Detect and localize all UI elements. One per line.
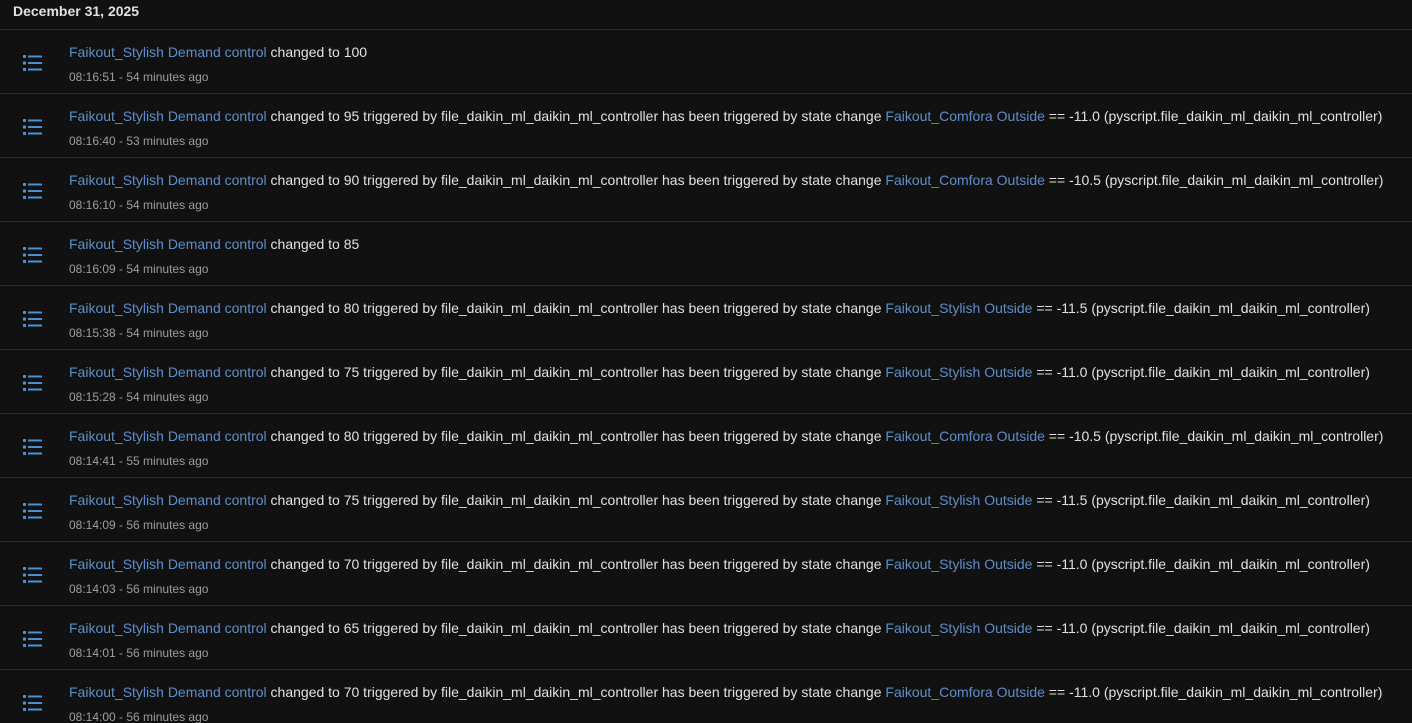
format-list-bulleted-icon (23, 310, 43, 328)
entry-message: Faikout_Stylish Demand control changed t… (69, 363, 1370, 381)
entity-link[interactable]: Faikout_Stylish Demand control (69, 172, 267, 188)
trigger-entity-link[interactable]: Faikout_Comfora Outside (885, 684, 1045, 700)
entry-text: changed to 90 triggered by file_daikin_m… (266, 172, 886, 188)
entry-timestamp: 08:14:09 - 56 minutes ago (69, 518, 209, 532)
entity-link[interactable]: Faikout_Stylish Demand control (69, 428, 267, 444)
logbook-entry: Faikout_Stylish Demand control changed t… (0, 158, 1412, 222)
logbook-list: Faikout_Stylish Demand control changed t… (0, 30, 1412, 723)
logbook-entry: Faikout_Stylish Demand control changed t… (0, 606, 1412, 670)
entry-timestamp: 08:14:41 - 55 minutes ago (69, 454, 209, 468)
trigger-entity-link[interactable]: Faikout_Comfora Outside (885, 428, 1045, 444)
format-list-bulleted-icon (23, 246, 43, 264)
entry-timestamp: 08:16:10 - 54 minutes ago (69, 198, 209, 212)
trigger-entity-link[interactable]: Faikout_Comfora Outside (885, 108, 1045, 124)
entry-message: Faikout_Stylish Demand control changed t… (69, 427, 1383, 445)
entry-message: Faikout_Stylish Demand control changed t… (69, 171, 1383, 189)
format-list-bulleted-icon (23, 502, 43, 520)
entry-timestamp: 08:14:01 - 56 minutes ago (69, 646, 209, 660)
entry-message: Faikout_Stylish Demand control changed t… (69, 491, 1370, 509)
trigger-entity-link[interactable]: Faikout_Stylish Outside (885, 492, 1032, 508)
entity-link[interactable]: Faikout_Stylish Demand control (69, 300, 267, 316)
entry-tail: == -11.0 (pyscript.file_daikin_ml_daikin… (1032, 556, 1370, 572)
entity-link[interactable]: Faikout_Stylish Demand control (69, 236, 267, 252)
format-list-bulleted-icon (23, 630, 43, 648)
entry-tail: == -11.0 (pyscript.file_daikin_ml_daikin… (1032, 364, 1370, 380)
entity-link[interactable]: Faikout_Stylish Demand control (69, 556, 267, 572)
entity-link[interactable]: Faikout_Stylish Demand control (69, 684, 267, 700)
entry-message: Faikout_Stylish Demand control changed t… (69, 299, 1370, 317)
entry-text: changed to 80 triggered by file_daikin_m… (266, 428, 886, 444)
entry-timestamp: 08:16:40 - 53 minutes ago (69, 134, 209, 148)
entry-text: changed to 85 (266, 236, 360, 252)
logbook-entry: Faikout_Stylish Demand control changed t… (0, 350, 1412, 414)
entity-link[interactable]: Faikout_Stylish Demand control (69, 492, 267, 508)
entry-tail: == -11.5 (pyscript.file_daikin_ml_daikin… (1032, 300, 1370, 316)
trigger-entity-link[interactable]: Faikout_Stylish Outside (885, 300, 1032, 316)
entry-text: changed to 70 triggered by file_daikin_m… (266, 556, 886, 572)
format-list-bulleted-icon (23, 374, 43, 392)
entry-tail: == -11.5 (pyscript.file_daikin_ml_daikin… (1032, 492, 1370, 508)
trigger-entity-link[interactable]: Faikout_Stylish Outside (885, 364, 1032, 380)
format-list-bulleted-icon (23, 438, 43, 456)
entry-message: Faikout_Stylish Demand control changed t… (69, 619, 1370, 637)
entry-text: changed to 75 triggered by file_daikin_m… (266, 364, 886, 380)
trigger-entity-link[interactable]: Faikout_Stylish Outside (885, 620, 1032, 636)
format-list-bulleted-icon (23, 54, 43, 72)
logbook-entry: Faikout_Stylish Demand control changed t… (0, 542, 1412, 606)
logbook-entry: Faikout_Stylish Demand control changed t… (0, 414, 1412, 478)
entry-tail: == -11.0 (pyscript.file_daikin_ml_daikin… (1044, 684, 1383, 700)
entry-message: Faikout_Stylish Demand control changed t… (69, 107, 1382, 125)
entry-timestamp: 08:14:03 - 56 minutes ago (69, 582, 209, 596)
logbook-entry: Faikout_Stylish Demand control changed t… (0, 30, 1412, 94)
format-list-bulleted-icon (23, 182, 43, 200)
format-list-bulleted-icon (23, 694, 43, 712)
entry-timestamp: 08:15:38 - 54 minutes ago (69, 326, 209, 340)
format-list-bulleted-icon (23, 566, 43, 584)
entry-tail: == -11.0 (pyscript.file_daikin_ml_daikin… (1044, 108, 1383, 124)
logbook-entry: Faikout_Stylish Demand control changed t… (0, 670, 1412, 723)
entry-text: changed to 95 triggered by file_daikin_m… (266, 108, 886, 124)
entry-tail: == -10.5 (pyscript.file_daikin_ml_daikin… (1044, 428, 1384, 444)
entry-text: changed to 75 triggered by file_daikin_m… (266, 492, 886, 508)
entry-timestamp: 08:16:09 - 54 minutes ago (69, 262, 209, 276)
trigger-entity-link[interactable]: Faikout_Stylish Outside (885, 556, 1032, 572)
entry-timestamp: 08:14:00 - 56 minutes ago (69, 710, 209, 723)
entry-timestamp: 08:16:51 - 54 minutes ago (69, 70, 209, 84)
entity-link[interactable]: Faikout_Stylish Demand control (69, 108, 267, 124)
entry-text: changed to 100 (266, 44, 368, 60)
entry-text: changed to 65 triggered by file_daikin_m… (266, 620, 886, 636)
date-header: December 31, 2025 (0, 0, 1412, 30)
logbook-entry: Faikout_Stylish Demand control changed t… (0, 478, 1412, 542)
entry-message: Faikout_Stylish Demand control changed t… (69, 43, 367, 61)
entry-text: changed to 70 triggered by file_daikin_m… (266, 684, 886, 700)
entry-message: Faikout_Stylish Demand control changed t… (69, 683, 1382, 701)
entry-message: Faikout_Stylish Demand control changed t… (69, 555, 1370, 573)
logbook-entry: Faikout_Stylish Demand control changed t… (0, 286, 1412, 350)
format-list-bulleted-icon (23, 118, 43, 136)
entity-link[interactable]: Faikout_Stylish Demand control (69, 44, 267, 60)
entry-tail: == -11.0 (pyscript.file_daikin_ml_daikin… (1032, 620, 1370, 636)
entity-link[interactable]: Faikout_Stylish Demand control (69, 364, 267, 380)
entry-message: Faikout_Stylish Demand control changed t… (69, 235, 359, 253)
logbook-entry: Faikout_Stylish Demand control changed t… (0, 222, 1412, 286)
entity-link[interactable]: Faikout_Stylish Demand control (69, 620, 267, 636)
trigger-entity-link[interactable]: Faikout_Comfora Outside (885, 172, 1045, 188)
entry-tail: == -10.5 (pyscript.file_daikin_ml_daikin… (1044, 172, 1384, 188)
entry-timestamp: 08:15:28 - 54 minutes ago (69, 390, 209, 404)
entry-text: changed to 80 triggered by file_daikin_m… (266, 300, 886, 316)
logbook-entry: Faikout_Stylish Demand control changed t… (0, 94, 1412, 158)
